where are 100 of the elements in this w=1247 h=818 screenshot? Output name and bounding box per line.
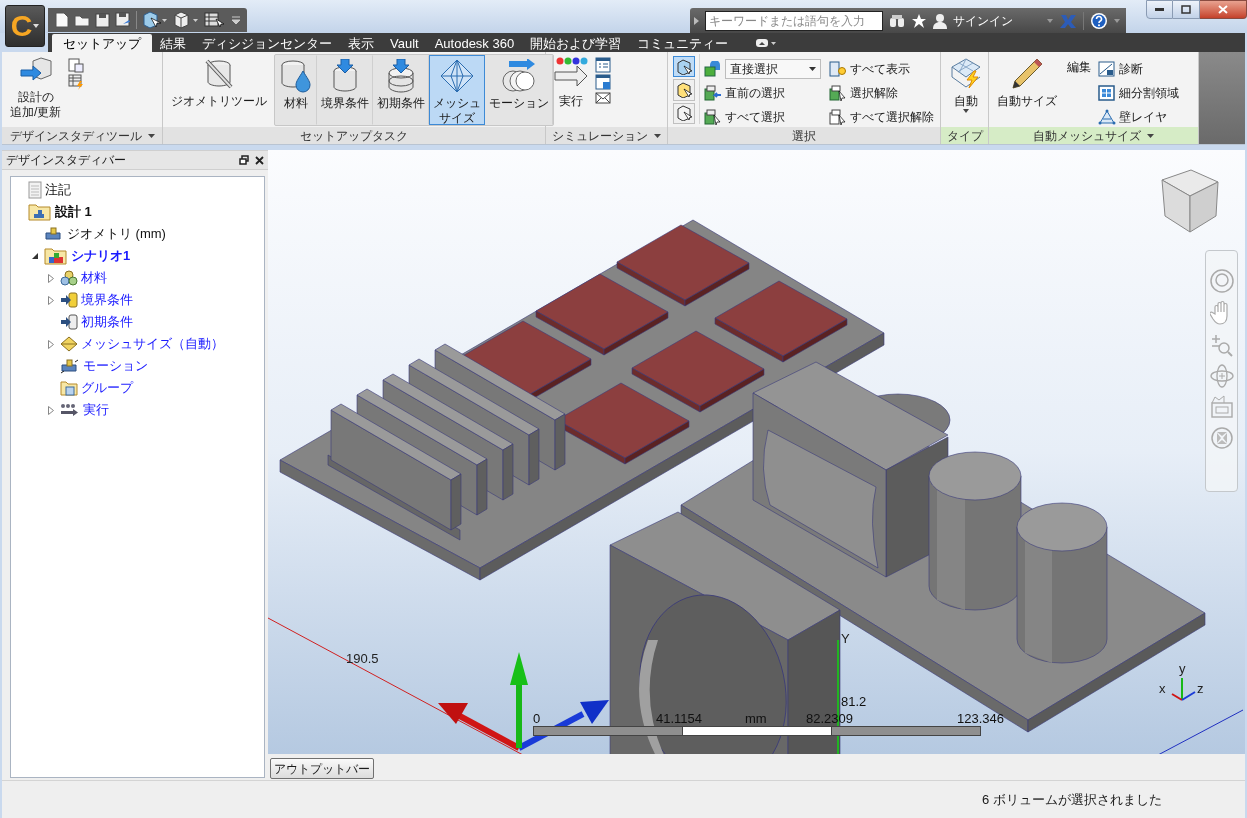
scale-label: 41.1154 <box>656 710 703 728</box>
layered-triangle-icon <box>1098 108 1116 125</box>
envelope-icon[interactable] <box>595 91 611 105</box>
status-message: 6 ボリュームが選択されました <box>982 790 1162 809</box>
arrow-into-cylinder-icon <box>60 314 78 330</box>
ribbon-small-button[interactable]: 選択解除 <box>829 81 934 104</box>
tree-item[interactable]: ジオメトリ (mm) <box>67 224 166 244</box>
ribbon-tab[interactable]: Vault <box>382 34 427 52</box>
tree-item[interactable]: 境界条件 <box>81 290 133 310</box>
float-window-icon[interactable] <box>239 155 249 165</box>
close-icon <box>1218 5 1228 14</box>
ribbon-tab[interactable]: 表示 <box>340 34 382 52</box>
tree-item[interactable]: 注記 <box>45 180 71 200</box>
minimize-button[interactable] <box>1146 0 1173 19</box>
ribbon-small-button[interactable]: すべて選択 <box>704 105 821 128</box>
tree-item[interactable]: 設計 1 <box>55 202 92 222</box>
pipe-arrows-icon <box>60 358 80 374</box>
expand-triangle-icon[interactable] <box>48 405 54 415</box>
ribbon-tab[interactable]: コミュニティー <box>629 34 737 52</box>
expand-triangle-icon[interactable] <box>48 295 54 305</box>
device-page-icon[interactable] <box>68 57 85 73</box>
ribbon-button[interactable]: 自動サイズ <box>994 54 1060 124</box>
caret-icon[interactable] <box>1147 133 1154 138</box>
axis-label: z <box>1197 680 1204 698</box>
arrow-into-block-icon <box>60 292 78 308</box>
scale-unit: mm <box>745 710 767 728</box>
panel-title: 選択 <box>668 127 940 144</box>
selection-mode-button[interactable] <box>673 79 695 101</box>
caret-icon <box>33 24 40 28</box>
tree-item[interactable]: モーション <box>83 356 148 376</box>
ribbon-button[interactable]: 境界条件 <box>317 55 373 125</box>
dimension-label: 81.2 <box>841 693 867 711</box>
document-icon <box>28 181 42 199</box>
expand-triangle-icon[interactable] <box>48 273 54 283</box>
spheres-icon <box>60 270 78 286</box>
ribbon-button[interactable]: 自動 <box>946 54 986 124</box>
ribbon-small-button[interactable]: 直前の選択 <box>704 81 821 104</box>
cube-cursor-icon <box>676 105 692 122</box>
ribbon-tab[interactable]: Autodesk 360 <box>426 34 523 52</box>
chart-window-icon <box>1098 60 1116 77</box>
open-folder-icon[interactable] <box>74 13 90 27</box>
search-field[interactable]: キーワードまたは語句を入力 <box>705 10 883 31</box>
output-bar-button[interactable]: アウトプットバー <box>270 758 374 780</box>
chart-window-icon[interactable] <box>595 74 611 90</box>
menu-caret-icon[interactable] <box>231 15 241 25</box>
ribbon-button[interactable]: 実行 <box>551 54 591 124</box>
ribbon-button[interactable]: 編集 <box>1064 54 1094 124</box>
cube-icon[interactable] <box>173 11 199 29</box>
select-cube-icon[interactable] <box>142 11 168 29</box>
panel-title: セットアップタスク <box>163 127 545 144</box>
application-menu-button[interactable]: C <box>5 5 45 47</box>
cylinder-drop-icon <box>279 59 313 93</box>
ribbon-small-button[interactable]: 診断 <box>1098 57 1179 80</box>
ribbon-button[interactable]: ジオメトリツール <box>168 54 270 124</box>
ribbon-button[interactable]: モーション <box>485 55 553 125</box>
ribbon-small-button[interactable]: 細分割領域 <box>1098 81 1179 104</box>
table-lightning-icon[interactable] <box>68 74 85 90</box>
ribbon-small-button[interactable]: 壁レイヤ <box>1098 105 1179 128</box>
tree-item[interactable]: 材料 <box>81 268 107 288</box>
close-icon[interactable] <box>255 155 264 165</box>
close-button[interactable] <box>1200 0 1247 19</box>
panel-title: デザインスタディバー <box>6 152 127 169</box>
axis-label: x <box>1159 680 1166 698</box>
grid-cursor-icon[interactable] <box>204 11 226 29</box>
help-icon[interactable] <box>1090 11 1108 30</box>
caret-icon[interactable] <box>654 133 661 138</box>
binoculars-icon[interactable] <box>889 13 905 28</box>
tree-item[interactable]: メッシュサイズ（自動） <box>81 334 224 354</box>
ribbon-small-button[interactable]: すべて表示 <box>829 57 934 80</box>
cube-arrow-back-icon <box>704 84 722 101</box>
expand-triangle-icon[interactable] <box>48 339 54 349</box>
selection-mode-button[interactable] <box>673 102 695 124</box>
collapse-triangle-icon[interactable] <box>32 253 38 259</box>
selection-mode-button[interactable] <box>673 56 695 78</box>
sign-in-button[interactable]: サインイン <box>953 11 1013 30</box>
tree-item[interactable]: グループ <box>81 378 133 398</box>
ribbon-button[interactable]: 設計の 追加/更新 <box>7 54 65 124</box>
ribbon-button[interactable]: 材料 <box>275 55 317 125</box>
new-file-icon[interactable] <box>54 12 69 28</box>
folder-cube-icon <box>60 380 78 396</box>
save-as-icon[interactable] <box>115 12 131 28</box>
save-icon[interactable] <box>95 12 110 28</box>
caret-icon[interactable] <box>147 133 155 138</box>
star-icon[interactable] <box>911 12 927 29</box>
ribbon-button[interactable]: メッシュ サイズ <box>429 55 485 125</box>
ribbon-tab[interactable]: 開始および学習 <box>522 34 630 52</box>
maximize-button[interactable] <box>1173 0 1200 19</box>
cube-cursor-icon <box>676 58 692 75</box>
ribbon-tab[interactable]: 結果 <box>152 34 194 52</box>
tree-item[interactable]: 初期条件 <box>81 312 133 332</box>
selection-dropdown[interactable]: 直接選択 <box>725 58 821 79</box>
user-icon[interactable] <box>933 12 947 29</box>
ribbon-tab[interactable]: ディシジョンセンター <box>194 34 340 52</box>
ribbon-small-button[interactable]: すべて選択解除 <box>829 105 934 128</box>
pipe-part-icon <box>44 226 64 242</box>
ribbon-tab[interactable]: セットアップ <box>52 34 152 52</box>
tree-item[interactable]: 実行 <box>83 400 109 420</box>
ribbon-toggle-icon[interactable] <box>756 39 777 47</box>
list-window-icon[interactable] <box>595 57 611 73</box>
tree-item[interactable]: シナリオ1 <box>71 246 131 266</box>
